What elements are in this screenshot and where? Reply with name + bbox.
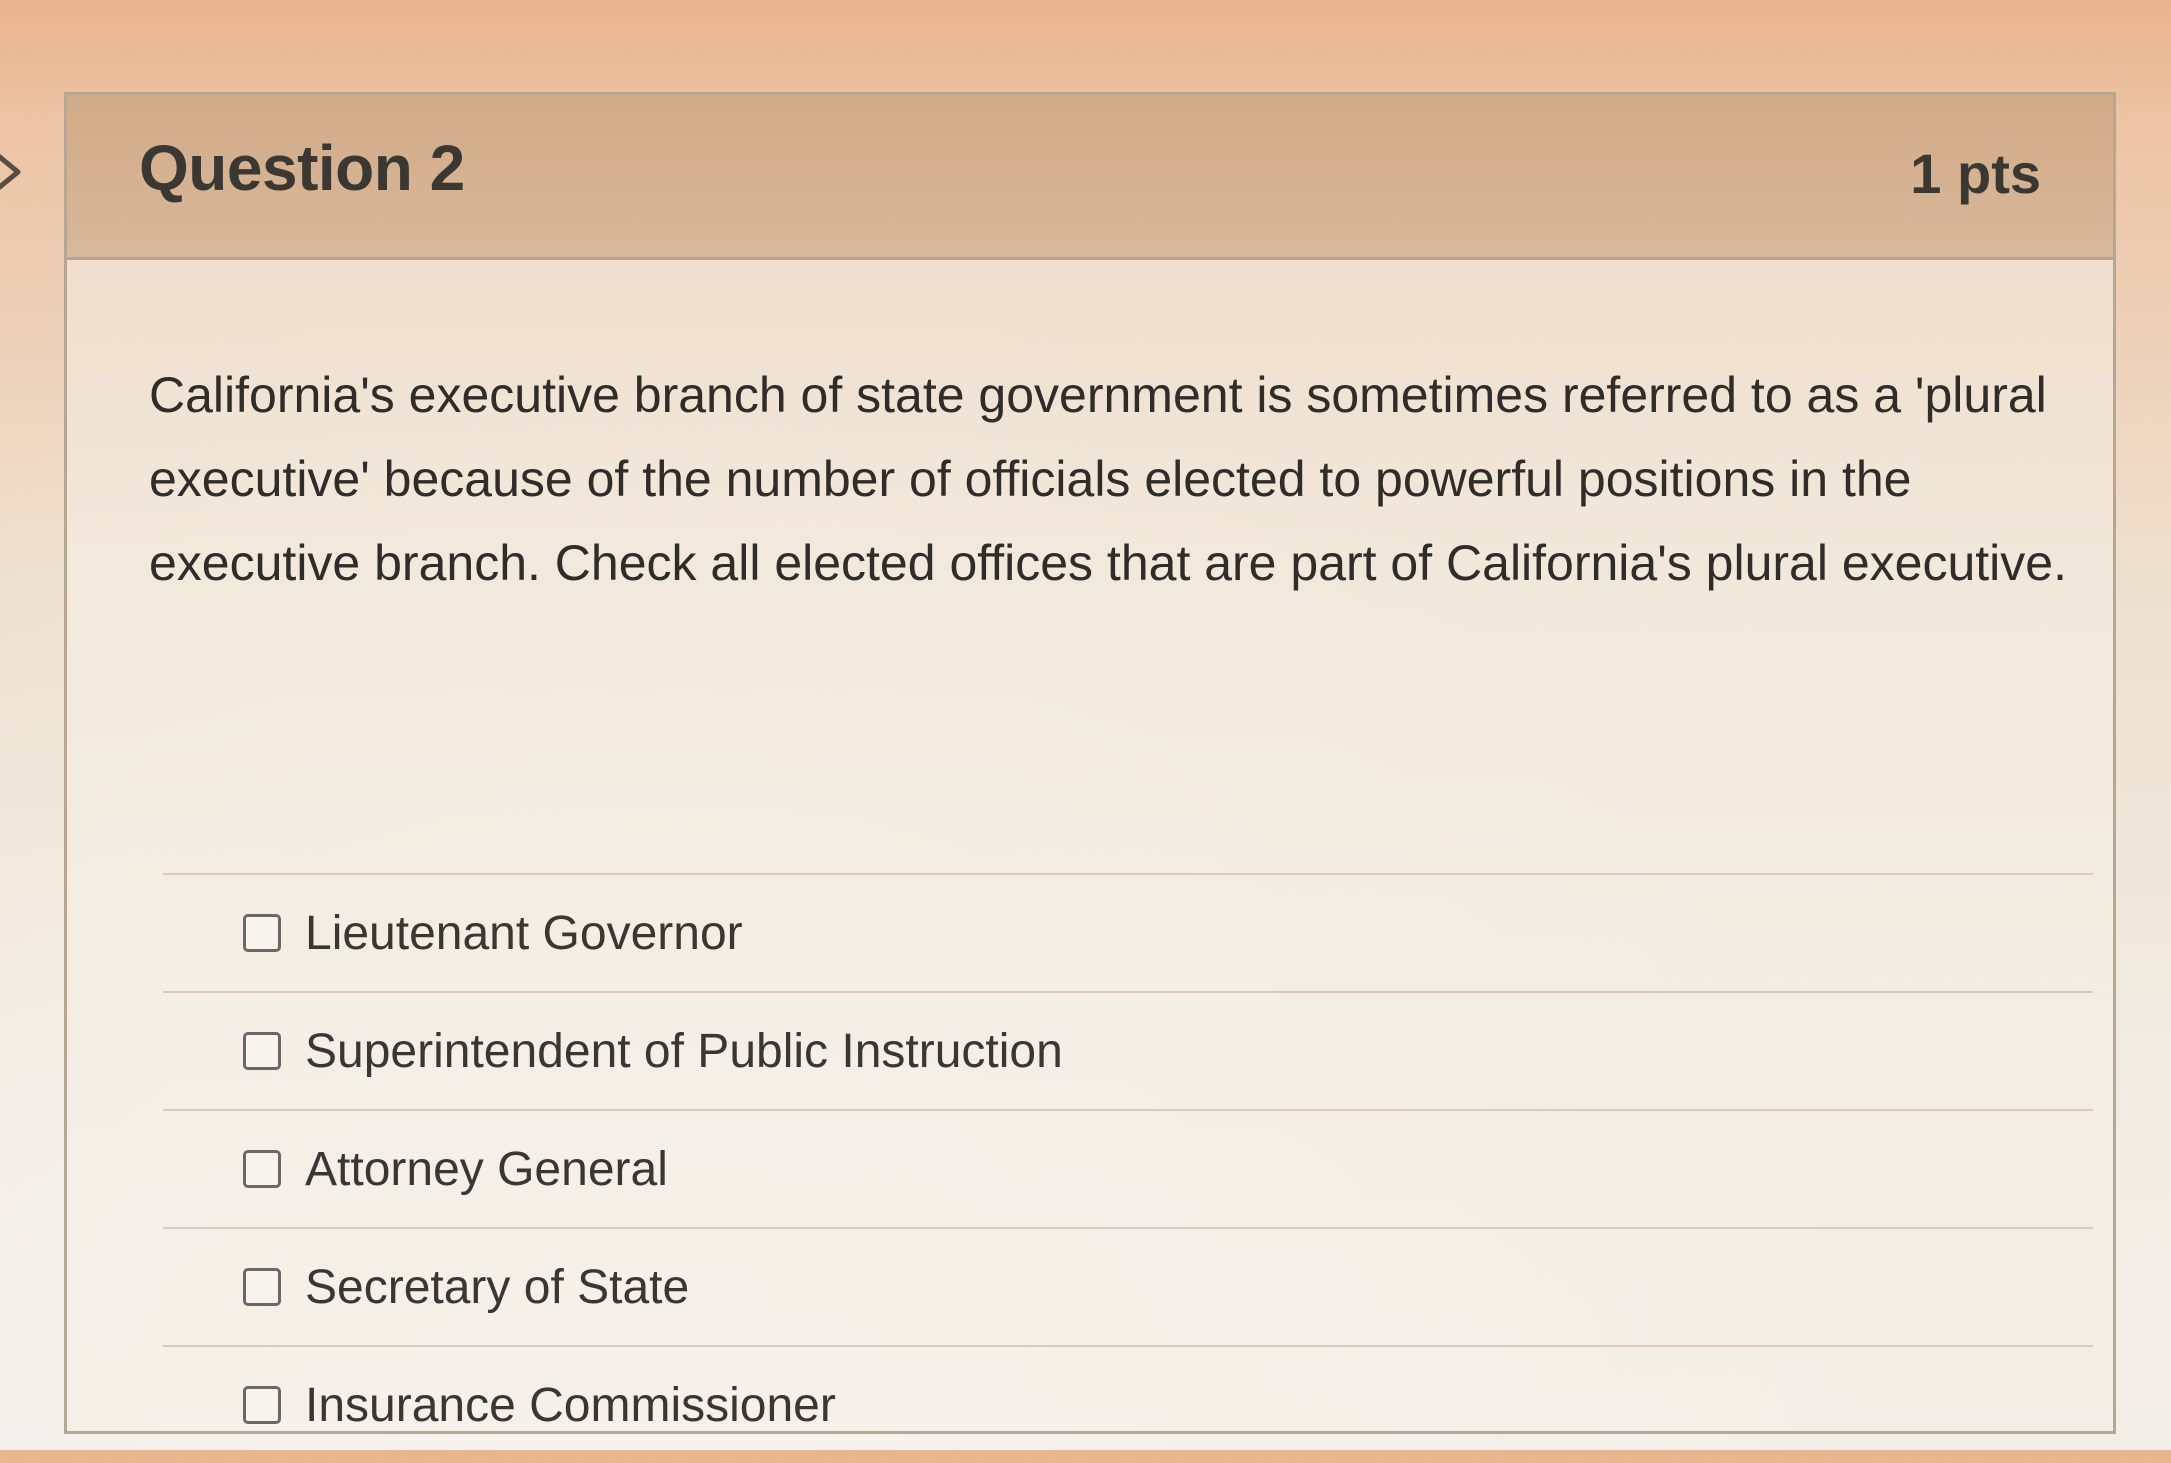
- chevron-right-icon[interactable]: [0, 150, 28, 194]
- answer-option-lieutenant-governor[interactable]: Lieutenant Governor: [163, 875, 2093, 993]
- checkbox[interactable]: [243, 1150, 281, 1188]
- answer-option-attorney-general[interactable]: Attorney General: [163, 1111, 2093, 1229]
- checkbox[interactable]: [243, 1268, 281, 1306]
- answer-option-superintendent[interactable]: Superintendent of Public Instruction: [163, 993, 2093, 1111]
- answer-option-secretary-of-state[interactable]: Secretary of State: [163, 1229, 2093, 1347]
- checkbox[interactable]: [243, 1032, 281, 1070]
- answer-label: Lieutenant Governor: [305, 906, 743, 960]
- question-card: Question 2 1 pts California's executive …: [64, 92, 2116, 1434]
- question-header: Question 2 1 pts: [67, 95, 2113, 260]
- answer-label: Attorney General: [305, 1142, 668, 1196]
- question-text: California's executive branch of state g…: [149, 367, 2067, 591]
- question-title: Question 2: [139, 132, 465, 204]
- answer-list: Lieutenant Governor Superintendent of Pu…: [163, 873, 2093, 1463]
- answer-label: Insurance Commissioner: [305, 1378, 836, 1432]
- answer-option-insurance-commissioner[interactable]: Insurance Commissioner: [163, 1347, 2093, 1463]
- checkbox[interactable]: [243, 914, 281, 952]
- answer-label: Superintendent of Public Instruction: [305, 1024, 1063, 1078]
- answer-label: Secretary of State: [305, 1260, 690, 1314]
- question-points: 1 pts: [1910, 142, 2041, 205]
- checkbox[interactable]: [243, 1386, 281, 1424]
